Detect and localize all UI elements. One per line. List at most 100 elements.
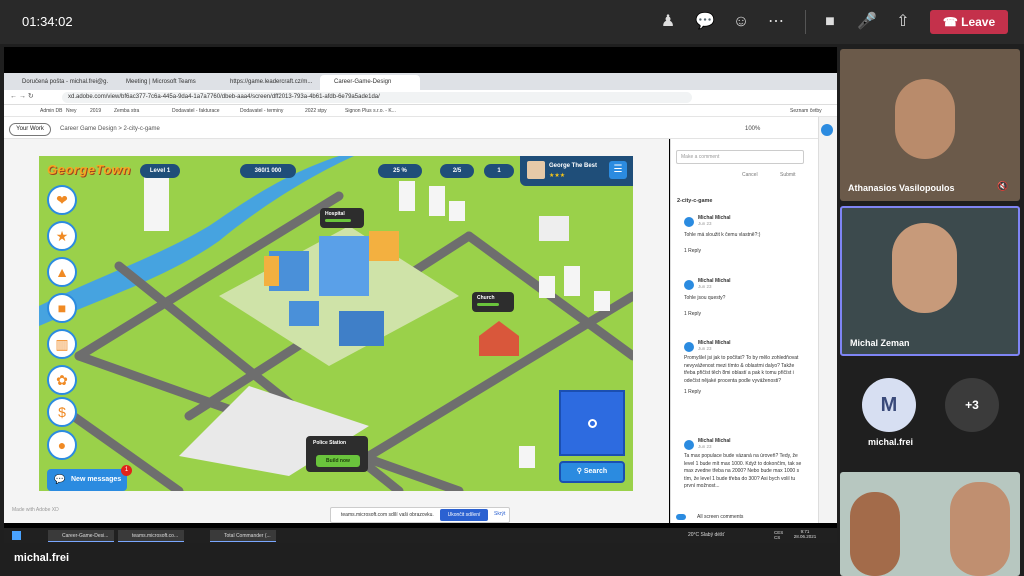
chat-icon[interactable]: 💬 xyxy=(695,12,715,32)
graduation-cap-icon[interactable]: ▲ xyxy=(47,257,77,287)
comment-item[interactable]: Michal Michal Jun 23 Tohle má sloužit k … xyxy=(684,215,804,254)
comments-toggle[interactable] xyxy=(676,514,686,520)
participant-name: michal.frei xyxy=(868,437,914,447)
taskbar-clock: 9:71 28.06.2021 xyxy=(790,529,820,539)
coins-icon[interactable]: ● xyxy=(47,430,77,460)
bookmark[interactable]: Zemba stra xyxy=(114,106,139,116)
happiness-pill: 25 % xyxy=(378,164,422,178)
level-pill: Level 1 xyxy=(140,164,180,178)
windows-start-icon[interactable] xyxy=(12,531,21,540)
bookmark[interactable]: Dodavatel - terminy xyxy=(240,106,283,116)
language-indicator[interactable]: CES CS xyxy=(774,530,784,540)
hide-toast-link[interactable]: Skrýt xyxy=(494,511,505,517)
taskbar-app[interactable]: Total Commander (... xyxy=(210,530,276,542)
comment-date: Jun 23 xyxy=(698,444,712,449)
participant-name: Michal Zeman xyxy=(850,338,910,348)
zoom-level[interactable]: 100% xyxy=(745,126,760,132)
bookmark[interactable]: Signon Plus s.r.o. - K... xyxy=(345,106,396,116)
comment-date: Jun 23 xyxy=(698,346,712,351)
people-icon[interactable]: ♟ xyxy=(658,12,678,32)
xd-user-avatar[interactable] xyxy=(821,124,833,136)
police-badge-icon[interactable]: ★ xyxy=(47,221,77,251)
bus-icon[interactable]: ■ xyxy=(47,293,77,323)
bookmark[interactable]: Dodavatel - fakturace xyxy=(172,106,220,116)
comment-item[interactable]: Michal Michal Jun 23 Ta max populace bud… xyxy=(684,438,804,504)
build-now-button[interactable]: Build now xyxy=(316,455,360,467)
target-pill: 2/5 xyxy=(440,164,474,178)
participant-tile[interactable]: Athanasios Vasilopoulos 🔇 xyxy=(840,49,1020,201)
cancel-button[interactable]: Cancel xyxy=(742,172,758,178)
browser-tab[interactable]: https://game.leadercraft.cz/m... xyxy=(216,75,316,90)
mic-icon[interactable]: 🎤 xyxy=(857,12,877,32)
share-icon[interactable]: ⇧ xyxy=(893,12,913,32)
more-icon[interactable]: ⋯ xyxy=(766,12,786,32)
church-tag[interactable]: Church xyxy=(472,292,514,312)
comment-text: Tohle jsou questy? xyxy=(684,295,726,301)
comment-date: Jun 23 xyxy=(698,284,712,289)
more-participants-button[interactable]: +3 xyxy=(945,378,999,432)
money-bag-icon[interactable]: $ xyxy=(47,397,77,427)
participant-video xyxy=(895,79,955,159)
plant-icon[interactable]: ✿ xyxy=(47,365,77,395)
player-stars: ★★★ xyxy=(549,173,566,179)
participant-tile-active[interactable]: Michal Zeman xyxy=(840,206,1020,356)
comment-reply-link[interactable]: 1 Reply xyxy=(684,389,804,395)
comment-input[interactable]: Make a comment xyxy=(676,150,804,164)
comment-item[interactable]: Michal Michal Jun 23 Promyšlel jsi jak t… xyxy=(684,340,804,395)
reactions-icon[interactable]: ☺ xyxy=(731,12,751,32)
minimap[interactable] xyxy=(559,390,625,456)
phone-icon: ☎ xyxy=(942,15,958,29)
toolbar-divider xyxy=(805,10,806,34)
search-button[interactable]: ⚲ Search xyxy=(559,461,625,483)
participant-name: Athanasios Vasilopoulos xyxy=(848,183,955,193)
taskbar-app[interactable]: teams.microsoft.co... xyxy=(118,530,184,542)
comment-text: Ta max populace bude vázaná na úroveň? T… xyxy=(684,453,802,489)
church-progress xyxy=(477,303,499,306)
bookmark[interactable]: Seznam četby xyxy=(790,106,822,116)
url-field[interactable]: xd.adobe.com/view/bf6ac377-7c6a-445a-9da… xyxy=(62,92,692,103)
browser-tab-active[interactable]: Career-Game-Design xyxy=(320,75,420,90)
game-logo: GeorgeTown xyxy=(47,162,131,177)
stop-sharing-button[interactable]: Ukončit sdílení xyxy=(440,509,488,521)
heart-hand-icon[interactable]: ❤ xyxy=(47,185,77,215)
weather-status: 20°C Slabý déšť xyxy=(688,532,725,538)
breadcrumb: Career Game Design > 2-city-c-game xyxy=(60,126,160,132)
bookmark[interactable]: 2022 stpy xyxy=(305,106,327,116)
browser-tab[interactable]: Doručená pošta - michal.frei@g... xyxy=(8,75,108,90)
meeting-timer: 01:34:02 xyxy=(22,14,73,29)
self-name: michal.frei xyxy=(14,552,70,564)
search-label: Search xyxy=(583,468,608,475)
browser-tab[interactable]: Meeting | Microsoft Teams xyxy=(112,75,212,90)
player-avatar xyxy=(527,161,545,179)
bookmark[interactable]: 2019 xyxy=(90,106,101,116)
hospital-label: Hospital xyxy=(325,211,345,217)
hospital-tag[interactable]: Hospital xyxy=(320,208,364,228)
participant-avatar[interactable]: M xyxy=(862,378,916,432)
leave-button[interactable]: ☎ Leave xyxy=(930,10,1008,34)
camera-icon[interactable]: ■ xyxy=(820,12,840,32)
bookmark[interactable]: Nrey xyxy=(66,106,77,116)
mic-muted-icon: 🔇 xyxy=(997,181,1009,191)
comment-reply-link[interactable]: 1 Reply xyxy=(684,248,804,254)
comment-text: Promyšlel jsi jak to počítat? To by mělo… xyxy=(684,355,799,384)
coins-pill: 360/1 000 xyxy=(240,164,296,178)
people-pill: 1 xyxy=(484,164,514,178)
clock-date: 28.06.2021 xyxy=(793,534,817,539)
xd-right-toolbar xyxy=(818,117,837,523)
back-forward-icon[interactable]: ← → ↻ xyxy=(10,92,34,100)
comment-reply-link[interactable]: 1 Reply xyxy=(684,311,804,317)
church-label: Church xyxy=(477,295,495,301)
participant-video xyxy=(950,482,1010,576)
all-screen-comments-label: All screen comments xyxy=(697,514,744,520)
search-icon: ⚲ xyxy=(576,468,582,475)
comment-item[interactable]: Michal Michal Jun 23 Tohle jsou questy? … xyxy=(684,278,804,317)
participant-tile[interactable] xyxy=(840,472,1020,576)
taskbar-app[interactable]: Career-Game-Desi... xyxy=(48,530,114,542)
commenter-avatar xyxy=(684,440,694,450)
commenter-avatar xyxy=(684,280,694,290)
road-icon[interactable]: ▥ xyxy=(47,329,77,359)
hamburger-menu-icon[interactable]: ☰ xyxy=(609,161,627,179)
bookmark[interactable]: Admin DB xyxy=(40,106,63,116)
your-work-button[interactable]: Your Work xyxy=(9,123,51,136)
submit-button[interactable]: Submit xyxy=(780,172,796,178)
